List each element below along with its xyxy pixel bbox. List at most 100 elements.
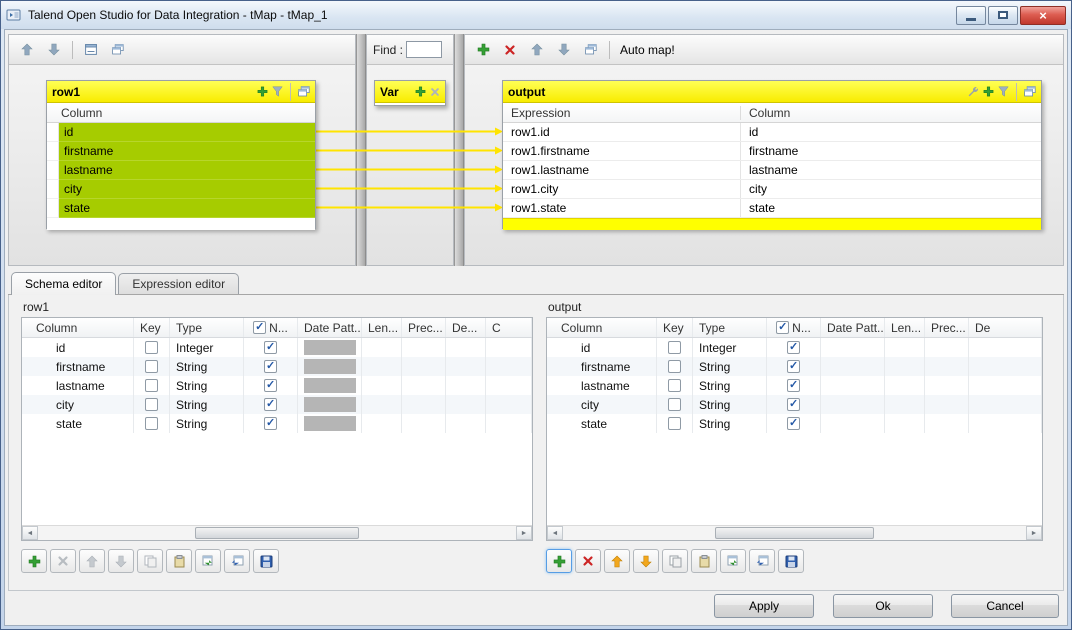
key-checkbox[interactable] — [668, 360, 681, 373]
header-key[interactable]: Key — [657, 318, 693, 337]
date-pattern-cell[interactable] — [298, 376, 362, 395]
default-cell[interactable] — [969, 376, 1042, 395]
output-row[interactable]: row1.firstnamefirstname — [503, 142, 1041, 161]
default-cell[interactable] — [446, 338, 486, 357]
schema-column-name[interactable]: lastname — [547, 376, 657, 395]
filter-icon[interactable] — [998, 86, 1009, 97]
key-checkbox[interactable] — [145, 360, 158, 373]
header-column[interactable]: Column — [22, 318, 134, 337]
key-checkbox[interactable] — [145, 417, 158, 430]
length-cell[interactable] — [885, 414, 925, 433]
remove-var-icon[interactable] — [430, 87, 440, 97]
schema-header-row[interactable]: Column Key Type N... Date Patt... Len...… — [547, 318, 1042, 338]
output-expression[interactable]: row1.state — [503, 199, 741, 217]
nullable-checkbox[interactable] — [264, 398, 277, 411]
output-column[interactable]: city — [741, 180, 1041, 198]
remove-row-button[interactable] — [575, 549, 601, 573]
default-cell[interactable] — [969, 338, 1042, 357]
schema-type[interactable]: Integer — [693, 338, 767, 357]
input-table-header[interactable]: row1 — [47, 81, 315, 103]
add-row-button[interactable] — [21, 549, 47, 573]
save-button[interactable] — [778, 549, 804, 573]
find-input[interactable] — [406, 41, 442, 58]
length-cell[interactable] — [885, 357, 925, 376]
header-precision[interactable]: Prec... — [402, 318, 446, 337]
schema-type[interactable]: String — [170, 357, 244, 376]
move-row-up-button[interactable] — [79, 549, 105, 573]
schema-row[interactable]: city String — [22, 395, 532, 414]
move-output-up-button[interactable] — [525, 39, 549, 61]
output-column[interactable]: id — [741, 123, 1041, 141]
ok-button[interactable]: Ok — [833, 594, 933, 618]
precision-cell[interactable] — [925, 338, 969, 357]
header-type[interactable]: Type — [170, 318, 244, 337]
save-button[interactable] — [253, 549, 279, 573]
scroll-left-button[interactable]: ◄ — [22, 526, 38, 540]
add-output-button[interactable] — [471, 39, 495, 61]
header-nullable[interactable]: N... — [244, 318, 298, 337]
remove-output-button[interactable] — [498, 39, 522, 61]
scroll-left-button[interactable]: ◄ — [547, 526, 563, 540]
var-table-header[interactable]: Var — [375, 81, 445, 103]
default-cell[interactable] — [969, 357, 1042, 376]
default-cell[interactable] — [969, 414, 1042, 433]
filter-icon[interactable] — [272, 86, 283, 97]
move-row-up-button[interactable] — [604, 549, 630, 573]
schema-header-row[interactable]: Column Key Type N... Date Patt... Len...… — [22, 318, 532, 338]
add-column-icon[interactable] — [257, 86, 268, 97]
schema-row[interactable]: id Integer — [22, 338, 532, 357]
header-default[interactable]: De — [969, 318, 1042, 337]
precision-cell[interactable] — [925, 357, 969, 376]
restore-tables-button[interactable] — [106, 39, 130, 61]
nullable-checkbox[interactable] — [264, 360, 277, 373]
input-row-label[interactable]: firstname — [59, 142, 315, 161]
schema-column-name[interactable]: state — [22, 414, 134, 433]
comment-cell[interactable] — [486, 376, 532, 395]
key-checkbox[interactable] — [668, 341, 681, 354]
input-row-label[interactable]: id — [59, 123, 315, 142]
schema-type[interactable]: String — [693, 376, 767, 395]
default-cell[interactable] — [446, 395, 486, 414]
schema-row[interactable]: state String — [22, 414, 532, 433]
move-row-down-button[interactable] — [108, 549, 134, 573]
scroll-thumb[interactable] — [715, 527, 873, 539]
nullable-checkbox[interactable] — [264, 379, 277, 392]
import-button[interactable] — [195, 549, 221, 573]
import-button[interactable] — [720, 549, 746, 573]
default-cell[interactable] — [446, 357, 486, 376]
comment-cell[interactable] — [486, 338, 532, 357]
precision-cell[interactable] — [402, 338, 446, 357]
scroll-thumb[interactable] — [195, 527, 358, 539]
schema-row[interactable]: city String — [547, 395, 1042, 414]
precision-cell[interactable] — [402, 357, 446, 376]
paste-button[interactable] — [166, 549, 192, 573]
comment-cell[interactable] — [486, 357, 532, 376]
date-pattern-cell[interactable] — [298, 338, 362, 357]
nullable-checkbox[interactable] — [787, 379, 800, 392]
horizontal-scrollbar[interactable]: ◄ ► — [547, 525, 1042, 540]
key-checkbox[interactable] — [145, 341, 158, 354]
cancel-button[interactable]: Cancel — [951, 594, 1059, 618]
header-length[interactable]: Len... — [885, 318, 925, 337]
output-expression[interactable]: row1.firstname — [503, 142, 741, 160]
header-type[interactable]: Type — [693, 318, 767, 337]
date-pattern-cell[interactable] — [298, 414, 362, 433]
schema-type[interactable]: Integer — [170, 338, 244, 357]
key-checkbox[interactable] — [668, 398, 681, 411]
scroll-right-button[interactable]: ► — [1026, 526, 1042, 540]
length-cell[interactable] — [362, 414, 402, 433]
nullable-checkbox[interactable] — [787, 360, 800, 373]
paste-button[interactable] — [691, 549, 717, 573]
move-output-down-button[interactable] — [552, 39, 576, 61]
length-cell[interactable] — [885, 395, 925, 414]
schema-column-name[interactable]: id — [22, 338, 134, 357]
header-default[interactable]: De... — [446, 318, 486, 337]
schema-column-name[interactable]: city — [22, 395, 134, 414]
header-date-pattern[interactable]: Date Patt... — [821, 318, 885, 337]
schema-type[interactable]: String — [170, 414, 244, 433]
precision-cell[interactable] — [925, 414, 969, 433]
schema-column-name[interactable]: city — [547, 395, 657, 414]
precision-cell[interactable] — [402, 395, 446, 414]
nullable-checkbox[interactable] — [787, 341, 800, 354]
output-row[interactable]: row1.lastnamelastname — [503, 161, 1041, 180]
